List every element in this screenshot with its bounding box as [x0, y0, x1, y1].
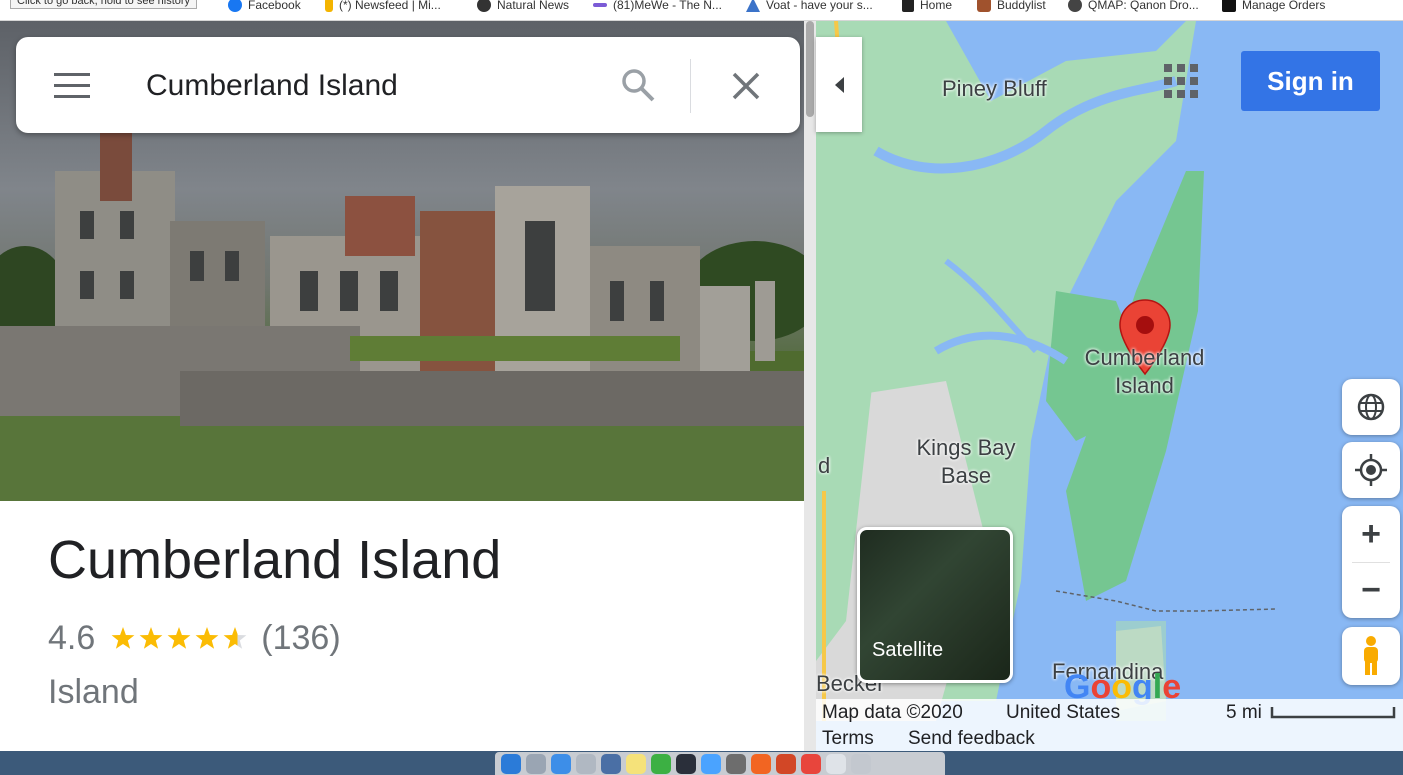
apps-grid-icon[interactable]: [1164, 64, 1198, 98]
bookmark-buddylist[interactable]: Buddylist: [977, 0, 1046, 15]
finder-icon[interactable]: [501, 753, 521, 774]
bookmark-facebook[interactable]: Facebook: [228, 0, 301, 15]
bookmark-label: (*) Newsfeed | Mi...: [339, 0, 441, 12]
documents-icon[interactable]: [826, 753, 846, 774]
scale-label[interactable]: 5 mi: [1226, 702, 1262, 724]
rating-value: 4.6: [48, 619, 96, 657]
search-divider: [690, 59, 691, 113]
bookmark-label: Voat - have your s...: [766, 0, 873, 12]
bookmarks-bar: Click to go back, hold to see history Fa…: [0, 0, 1403, 21]
buddylist-icon: [977, 0, 991, 12]
facebook-icon: [228, 0, 242, 12]
notes-icon[interactable]: [626, 753, 646, 774]
bookmark-home[interactable]: Home: [902, 0, 952, 15]
satellite-label: Satellite: [872, 639, 944, 661]
mewe-icon: [593, 3, 607, 7]
amazon-icon: [1222, 0, 1236, 12]
home-icon: [902, 0, 914, 12]
star-rating-icon[interactable]: [109, 625, 249, 653]
bookmark-newsfeed[interactable]: (*) Newsfeed | Mi...: [325, 0, 441, 15]
scale-bar-icon[interactable]: [1270, 705, 1396, 719]
bookmark-natural-news[interactable]: Natural News: [477, 0, 569, 15]
bookmark-label: Home: [920, 0, 953, 12]
bookmark-label: (81)MeWe - The N...: [613, 0, 722, 12]
bookmark-label: Facebook: [248, 0, 301, 12]
map-label-piney-bluff: Piney Bluff: [942, 76, 1047, 101]
trash-icon[interactable]: [851, 753, 871, 774]
street-view-button[interactable]: [1342, 627, 1400, 685]
facetime-icon[interactable]: [651, 753, 671, 774]
map-attribution: Map data ©2020 United States 5 mi Terms …: [816, 699, 1403, 751]
sign-in-button[interactable]: Sign in: [1241, 51, 1380, 111]
chrome-icon[interactable]: [801, 753, 821, 774]
bookmark-voat[interactable]: Voat - have your s...: [746, 0, 873, 15]
natural-news-icon: [477, 0, 491, 12]
help-icon[interactable]: [576, 753, 596, 774]
zoom-in-button[interactable]: +: [1342, 506, 1400, 562]
map-label-cumberland[interactable]: Cumberland Island: [1072, 344, 1217, 400]
map-label-kings-bay: Kings Bay Base: [916, 435, 1016, 488]
my-location-icon: [1355, 454, 1387, 486]
star-icon: [111, 626, 135, 649]
search-input[interactable]: [144, 61, 598, 111]
rating-row: 4.6 (136): [48, 619, 341, 658]
map-data-text: Map data ©2020: [822, 702, 963, 723]
zoom-out-button[interactable]: −: [1342, 562, 1400, 618]
country-link[interactable]: United States: [1006, 702, 1120, 724]
my-location-button[interactable]: [1342, 442, 1400, 498]
brave-icon[interactable]: [751, 753, 771, 774]
powerpoint-icon[interactable]: [776, 753, 796, 774]
panel-scrollbar[interactable]: [804, 21, 816, 751]
star-icon: [195, 626, 219, 649]
bookmark-label: Buddylist: [997, 0, 1046, 12]
search-box: [16, 37, 800, 133]
place-title: Cumberland Island: [48, 530, 502, 590]
lightbulb-icon: [325, 0, 333, 12]
map-label-partial: d: [818, 453, 831, 478]
bookmark-mewe[interactable]: (81)MeWe - The N...: [593, 0, 722, 15]
qmap-icon: [1068, 0, 1082, 12]
collapse-panel-button[interactable]: [816, 37, 862, 132]
zoom-control: + −: [1342, 506, 1400, 618]
system-preferences-icon[interactable]: [726, 753, 746, 774]
bookmark-qmap[interactable]: QMAP: Qanon Dro...: [1068, 0, 1199, 15]
caret-left-icon: [835, 77, 844, 93]
star-icon: [223, 626, 247, 649]
close-icon[interactable]: [730, 70, 762, 102]
bookmark-label: Natural News: [497, 0, 570, 12]
globe-icon: [1357, 393, 1385, 421]
pegman-icon: [1364, 636, 1378, 675]
launchpad-icon[interactable]: [526, 753, 546, 774]
send-feedback-link[interactable]: Send feedback: [908, 728, 1035, 750]
quicktime-icon[interactable]: [676, 753, 696, 774]
bookmark-label: QMAP: Qanon Dro...: [1088, 0, 1199, 12]
scrollbar-thumb[interactable]: [806, 21, 814, 117]
macos-dock: [495, 752, 945, 775]
hamburger-menu-icon[interactable]: [54, 73, 90, 99]
review-count[interactable]: (136): [261, 619, 340, 658]
voat-icon: [746, 0, 760, 12]
safari-icon[interactable]: [551, 753, 571, 774]
preview-icon[interactable]: [601, 753, 621, 774]
search-icon[interactable]: [620, 67, 656, 103]
globe-button[interactable]: [1342, 379, 1400, 435]
messages-icon[interactable]: [701, 753, 721, 774]
place-panel: Cumberland Island 4.6 (136) Island: [0, 21, 804, 751]
bookmark-manage-orders[interactable]: Manage Orders: [1222, 0, 1325, 15]
satellite-toggle[interactable]: Satellite: [857, 527, 1013, 683]
star-icon: [167, 626, 191, 649]
place-category[interactable]: Island: [48, 673, 139, 712]
star-icon: [139, 626, 163, 649]
terms-link[interactable]: Terms: [822, 728, 874, 750]
bookmark-label: Manage Orders: [1242, 0, 1326, 12]
back-tooltip: Click to go back, hold to see history: [10, 0, 198, 9]
